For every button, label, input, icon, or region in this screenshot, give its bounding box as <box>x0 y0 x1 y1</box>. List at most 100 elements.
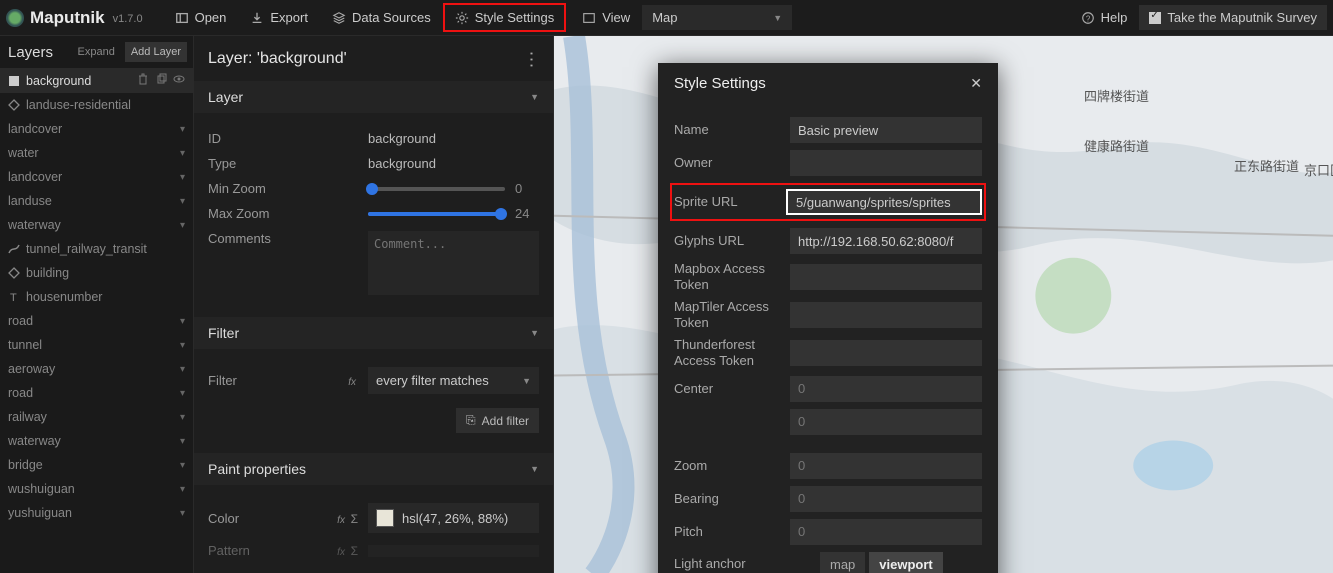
view-icon <box>582 11 596 25</box>
maxzoom-slider[interactable] <box>368 212 505 216</box>
center-y-input[interactable] <box>790 409 982 435</box>
chevron-down-icon: ▼ <box>530 328 539 338</box>
add-filter-button[interactable]: ⎘ Add filter <box>456 408 539 433</box>
minzoom-slider[interactable] <box>368 187 505 191</box>
glyphs-input[interactable] <box>790 228 982 254</box>
owner-input[interactable] <box>790 150 982 176</box>
zoom-input[interactable] <box>790 453 982 479</box>
close-icon[interactable]: ✕ <box>970 75 982 92</box>
layer-item[interactable]: road▾ <box>0 381 193 405</box>
bearing-input[interactable] <box>790 486 982 512</box>
layer-item[interactable]: yushuiguan▾ <box>0 501 193 525</box>
view-value: Map <box>652 10 677 25</box>
chevron-down-icon: ▾ <box>180 508 185 519</box>
color-label: Color fx Σ <box>208 511 358 526</box>
line-icon <box>8 243 20 255</box>
layer-item[interactable]: landcover▾ <box>0 117 193 141</box>
copy-icon[interactable] <box>155 73 167 88</box>
mapbox-input[interactable] <box>790 264 982 290</box>
layer-label: building <box>26 266 69 280</box>
sprite-input[interactable] <box>786 189 982 215</box>
view-label: View <box>602 10 630 25</box>
thunder-input[interactable] <box>790 340 982 366</box>
filter-select[interactable]: every filter matches ▼ <box>368 367 539 394</box>
layer-item[interactable]: landcover▾ <box>0 165 193 189</box>
pitch-input[interactable] <box>790 519 982 545</box>
anchor-viewport-button[interactable]: viewport <box>869 552 942 573</box>
anchor-label: Light anchor <box>674 556 812 572</box>
datasources-button[interactable]: Data Sources <box>320 3 443 32</box>
view-dropdown[interactable]: Map ▼ <box>642 5 792 30</box>
export-button[interactable]: Export <box>238 3 320 32</box>
maptiler-input[interactable] <box>790 302 982 328</box>
layer-item[interactable]: landuse▾ <box>0 189 193 213</box>
layer-label: road <box>8 386 33 400</box>
outline-icon <box>8 99 20 111</box>
svg-text:T: T <box>10 292 17 303</box>
open-button[interactable]: Open <box>163 3 239 32</box>
map-label: 京口区 <box>1304 160 1333 179</box>
fx-icon[interactable]: fx <box>337 547 345 558</box>
layer-label: waterway <box>8 434 61 448</box>
comments-input[interactable] <box>368 231 539 295</box>
chevron-down-icon: ▾ <box>180 412 185 423</box>
eye-icon[interactable] <box>173 73 185 88</box>
layer-item[interactable]: building <box>0 261 193 285</box>
layer-item[interactable]: road▾ <box>0 309 193 333</box>
chevron-down-icon: ▼ <box>530 92 539 102</box>
name-input[interactable] <box>790 117 982 143</box>
view-button[interactable]: View <box>570 3 634 32</box>
export-label: Export <box>270 10 308 25</box>
layers-title: Layers <box>8 44 53 61</box>
glyphs-label: Glyphs URL <box>674 233 782 249</box>
layer-item[interactable]: aeroway▾ <box>0 357 193 381</box>
minzoom-value: 0 <box>515 181 539 196</box>
layer-item[interactable]: waterway▾ <box>0 429 193 453</box>
layer-item[interactable]: background <box>0 68 193 93</box>
open-icon <box>175 11 189 25</box>
layer-label: tunnel <box>8 338 42 352</box>
sigma-icon[interactable]: Σ <box>351 512 358 526</box>
id-label: ID <box>208 131 358 146</box>
layer-item[interactable]: waterway ▾ <box>0 213 193 237</box>
gear-icon <box>455 11 469 25</box>
minzoom-label: Min Zoom <box>208 181 358 196</box>
pattern-input[interactable] <box>368 545 539 557</box>
add-layer-button[interactable]: Add Layer <box>125 42 187 62</box>
layer-item[interactable]: bridge▾ <box>0 453 193 477</box>
help-button[interactable]: ? Help <box>1069 3 1140 32</box>
layer-item[interactable]: landuse-residential <box>0 93 193 117</box>
map-canvas[interactable]: 四牌楼街道健康路街道正东路街道京口区 Style Settings ✕ Name… <box>554 36 1333 573</box>
section-paint[interactable]: Paint properties ▼ <box>194 453 553 485</box>
brand: Maputnik v1.7.0 <box>6 8 143 28</box>
survey-button[interactable]: Take the Maputnik Survey <box>1139 5 1327 30</box>
layer-label: bridge <box>8 458 43 472</box>
view-selector: View Map ▼ <box>570 3 792 32</box>
layer-item[interactable]: wushuiguan▾ <box>0 477 193 501</box>
layer-label: waterway <box>8 218 61 232</box>
anchor-map-button[interactable]: map <box>820 552 865 573</box>
layer-label: aeroway <box>8 362 55 376</box>
layer-item[interactable]: tunnel_railway_transit <box>0 237 193 261</box>
layer-item[interactable]: water▾ <box>0 141 193 165</box>
expand-button[interactable]: Expand <box>72 42 121 62</box>
trash-icon[interactable] <box>137 73 149 88</box>
fx-icon[interactable]: fx <box>337 515 345 526</box>
modal-title: Style Settings <box>674 75 766 92</box>
color-input[interactable]: hsl(47, 26%, 88%) <box>368 503 539 533</box>
layer-item[interactable]: railway▾ <box>0 405 193 429</box>
id-value[interactable]: background <box>368 131 436 146</box>
chevron-down-icon: ▾ <box>180 220 185 231</box>
sigma-icon[interactable]: Σ <box>351 544 358 558</box>
section-filter[interactable]: Filter ▼ <box>194 317 553 349</box>
owner-label: Owner <box>674 155 782 171</box>
kebab-icon[interactable]: ⋯ <box>521 51 542 67</box>
fx-icon[interactable]: fx <box>348 377 356 388</box>
section-layer[interactable]: Layer ▼ <box>194 81 553 113</box>
center-x-input[interactable] <box>790 376 982 402</box>
type-value[interactable]: background <box>368 156 436 171</box>
layer-item[interactable]: tunnel▾ <box>0 333 193 357</box>
datasources-label: Data Sources <box>352 10 431 25</box>
layer-item[interactable]: Thousenumber <box>0 285 193 309</box>
stylesettings-button[interactable]: Style Settings <box>443 3 567 32</box>
